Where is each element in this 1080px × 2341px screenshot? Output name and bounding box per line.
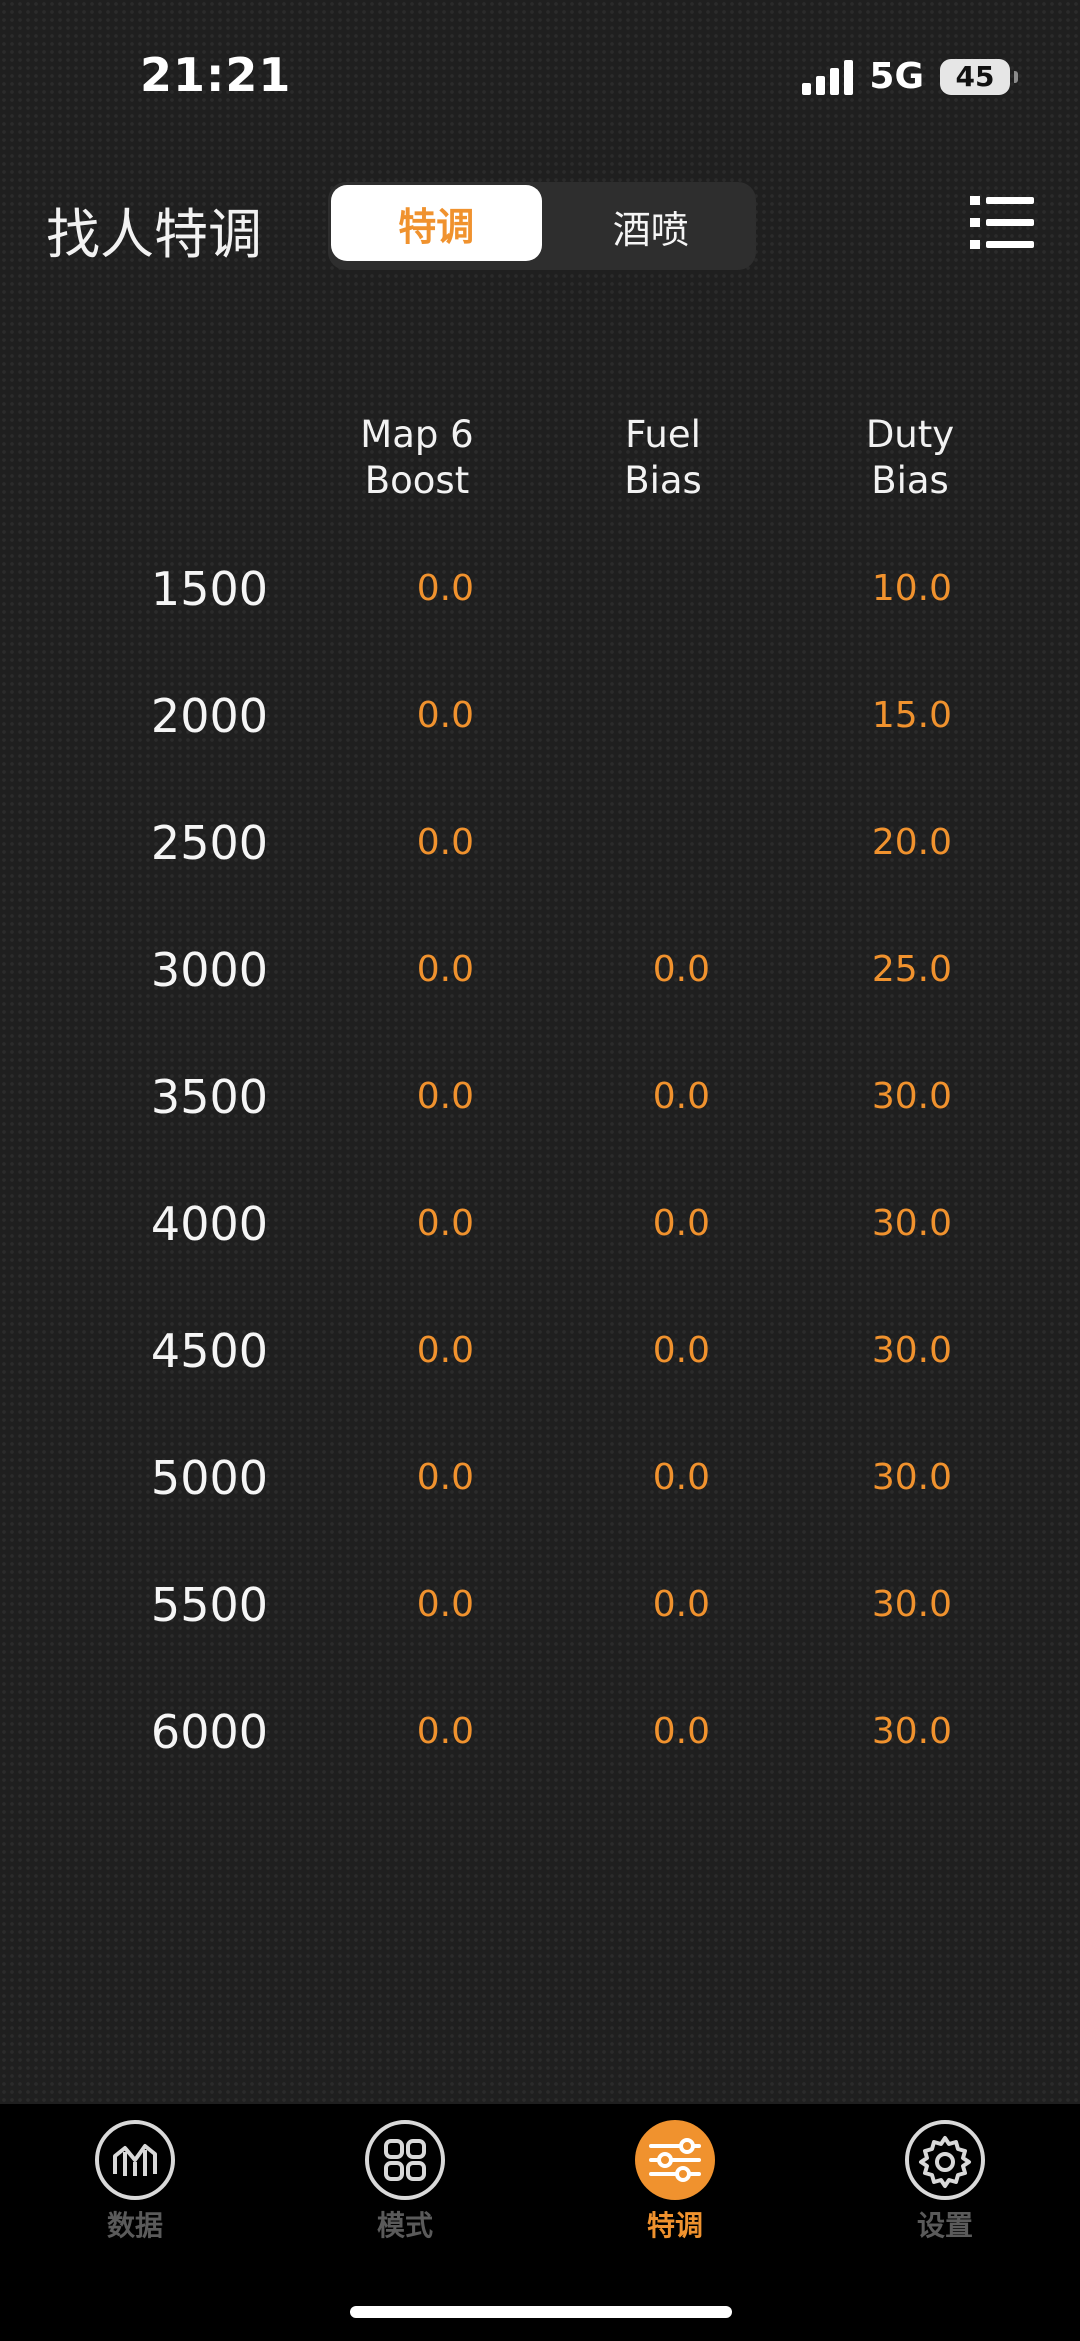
page-title: 找人特调 xyxy=(46,203,262,266)
column-header-line1: Map 6 xyxy=(360,413,474,456)
network-label: 5G xyxy=(869,56,924,97)
table-row: 4500 0.0 0.0 30.0 xyxy=(0,1324,1080,1384)
column-header-line2: Bias xyxy=(871,459,949,502)
segment-tune[interactable]: 特调 xyxy=(331,185,542,261)
rpm-label: 3500 xyxy=(150,1070,268,1124)
column-header-line1: Duty xyxy=(865,413,955,456)
duty-bias-value[interactable]: 30.0 xyxy=(772,1457,952,1498)
rpm-label: 6000 xyxy=(150,1705,268,1759)
sliders-icon xyxy=(635,2120,715,2200)
home-indicator[interactable] xyxy=(350,2306,732,2318)
table-row: 6000 0.0 0.0 30.0 xyxy=(0,1705,1080,1765)
boost-value[interactable]: 0.0 xyxy=(294,1203,474,1244)
duty-bias-value[interactable]: 30.0 xyxy=(772,1076,952,1117)
tab-data[interactable]: 数据 xyxy=(35,2118,235,2244)
grid-icon xyxy=(365,2120,445,2200)
rpm-label: 2000 xyxy=(150,689,268,743)
tab-settings[interactable]: 设置 xyxy=(845,2118,1045,2244)
tab-label: 数据 xyxy=(106,2209,163,2242)
list-menu-icon[interactable] xyxy=(970,194,1034,250)
column-header-fuel-bias: Fuel Bias xyxy=(563,412,763,504)
column-header-duty-bias: Duty Bias xyxy=(810,412,1010,504)
boost-value[interactable]: 0.0 xyxy=(294,1076,474,1117)
fuel-bias-value[interactable]: 0.0 xyxy=(530,949,710,990)
fuel-bias-value[interactable]: 0.0 xyxy=(530,1457,710,1498)
gear-icon xyxy=(905,2120,985,2200)
table-row: 3000 0.0 0.0 25.0 xyxy=(0,943,1080,1003)
fuel-bias-value[interactable]: 0.0 xyxy=(530,1584,710,1625)
battery-level: 45 xyxy=(955,60,995,93)
fuel-bias-value[interactable]: 0.0 xyxy=(530,1330,710,1371)
tab-label: 设置 xyxy=(916,2209,973,2242)
table-row: 1500 0.0 10.0 xyxy=(0,562,1080,622)
battery-icon: 45 xyxy=(940,58,1018,95)
table-row: 5500 0.0 0.0 30.0 xyxy=(0,1578,1080,1638)
duty-bias-value[interactable]: 30.0 xyxy=(772,1711,952,1752)
chart-icon xyxy=(95,2120,175,2200)
screen: 21:21 5G 45 找人特调 特调 酒喷 Map 6 Boost Fuel … xyxy=(0,0,1080,2341)
tab-label: 模式 xyxy=(376,2209,433,2242)
boost-value[interactable]: 0.0 xyxy=(294,568,474,609)
column-header-line1: Fuel xyxy=(625,413,701,456)
rpm-label: 1500 xyxy=(150,562,268,616)
fuel-bias-value[interactable]: 0.0 xyxy=(530,1711,710,1752)
status-indicators: 5G 45 xyxy=(802,56,1018,97)
column-header-line2: Boost xyxy=(364,459,470,502)
rpm-label: 3000 xyxy=(150,943,268,997)
boost-value[interactable]: 0.0 xyxy=(294,1457,474,1498)
table-row: 5000 0.0 0.0 30.0 xyxy=(0,1451,1080,1511)
rpm-label: 2500 xyxy=(150,816,268,870)
rpm-label: 5500 xyxy=(150,1578,268,1632)
rpm-label: 4000 xyxy=(150,1197,268,1251)
column-header-boost: Map 6 Boost xyxy=(317,412,517,504)
boost-value[interactable]: 0.0 xyxy=(294,1584,474,1625)
mode-segmented-control: 特调 酒喷 xyxy=(328,182,756,270)
duty-bias-value[interactable]: 30.0 xyxy=(772,1203,952,1244)
status-time: 21:21 xyxy=(140,48,292,102)
tab-mode[interactable]: 模式 xyxy=(305,2118,505,2244)
boost-value[interactable]: 0.0 xyxy=(294,1711,474,1752)
table-row: 4000 0.0 0.0 30.0 xyxy=(0,1197,1080,1257)
duty-bias-value[interactable]: 15.0 xyxy=(772,695,952,736)
boost-value[interactable]: 0.0 xyxy=(294,695,474,736)
signal-icon xyxy=(802,59,854,95)
duty-bias-value[interactable]: 10.0 xyxy=(772,568,952,609)
duty-bias-value[interactable]: 20.0 xyxy=(772,822,952,863)
duty-bias-value[interactable]: 25.0 xyxy=(772,949,952,990)
table-row: 2000 0.0 15.0 xyxy=(0,689,1080,749)
boost-value[interactable]: 0.0 xyxy=(294,1330,474,1371)
fuel-bias-value[interactable]: 0.0 xyxy=(530,1076,710,1117)
rpm-label: 5000 xyxy=(150,1451,268,1505)
column-header-line2: Bias xyxy=(624,459,702,502)
table-row: 2500 0.0 20.0 xyxy=(0,816,1080,876)
fuel-bias-value[interactable]: 0.0 xyxy=(530,1203,710,1244)
table-row: 3500 0.0 0.0 30.0 xyxy=(0,1070,1080,1130)
duty-bias-value[interactable]: 30.0 xyxy=(772,1330,952,1371)
rpm-label: 4500 xyxy=(150,1324,268,1378)
duty-bias-value[interactable]: 30.0 xyxy=(772,1584,952,1625)
boost-value[interactable]: 0.0 xyxy=(294,949,474,990)
segment-spray[interactable]: 酒喷 xyxy=(546,182,757,270)
tab-tune[interactable]: 特调 xyxy=(575,2118,775,2244)
boost-value[interactable]: 0.0 xyxy=(294,822,474,863)
tab-label: 特调 xyxy=(646,2209,703,2242)
